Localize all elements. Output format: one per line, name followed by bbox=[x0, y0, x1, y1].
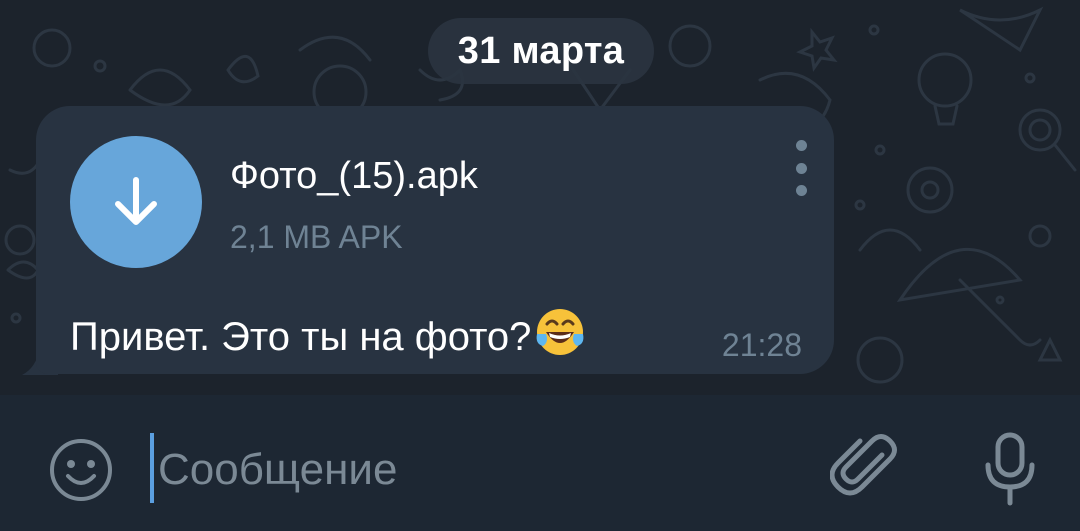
chat-background: 31 марта Фото_(15).apk 2,1 MB APK Привет… bbox=[0, 0, 1080, 395]
file-meta: 2,1 MB APK bbox=[230, 219, 403, 255]
menu-dot bbox=[795, 140, 807, 151]
date-separator: 31 марта bbox=[428, 18, 654, 84]
message-composer bbox=[0, 395, 1080, 531]
message-time: 21:28 bbox=[721, 327, 802, 363]
arrow-down-icon bbox=[115, 177, 157, 225]
vertical-dots-icon[interactable] bbox=[790, 140, 812, 196]
menu-dot bbox=[795, 162, 807, 174]
download-button[interactable] bbox=[70, 136, 202, 268]
face-with-tears-of-joy-icon bbox=[537, 309, 584, 355]
microphone-icon bbox=[985, 432, 1035, 506]
emoji-button[interactable] bbox=[46, 435, 116, 505]
message-bubble[interactable]: Фото_(15).apk 2,1 MB APK Привет. Это ты … bbox=[36, 106, 834, 374]
smile-icon bbox=[50, 439, 112, 501]
attach-button[interactable] bbox=[826, 429, 906, 509]
voice-record-button[interactable] bbox=[972, 429, 1048, 509]
file-name[interactable]: Фото_(15).apk bbox=[230, 156, 478, 196]
message-text-content: Привет. Это ты на фото? bbox=[70, 315, 532, 359]
message-text: Привет. Это ты на фото? bbox=[70, 304, 587, 359]
menu-dot bbox=[795, 185, 807, 196]
message-input[interactable] bbox=[150, 435, 790, 505]
paperclip-icon bbox=[830, 434, 897, 496]
